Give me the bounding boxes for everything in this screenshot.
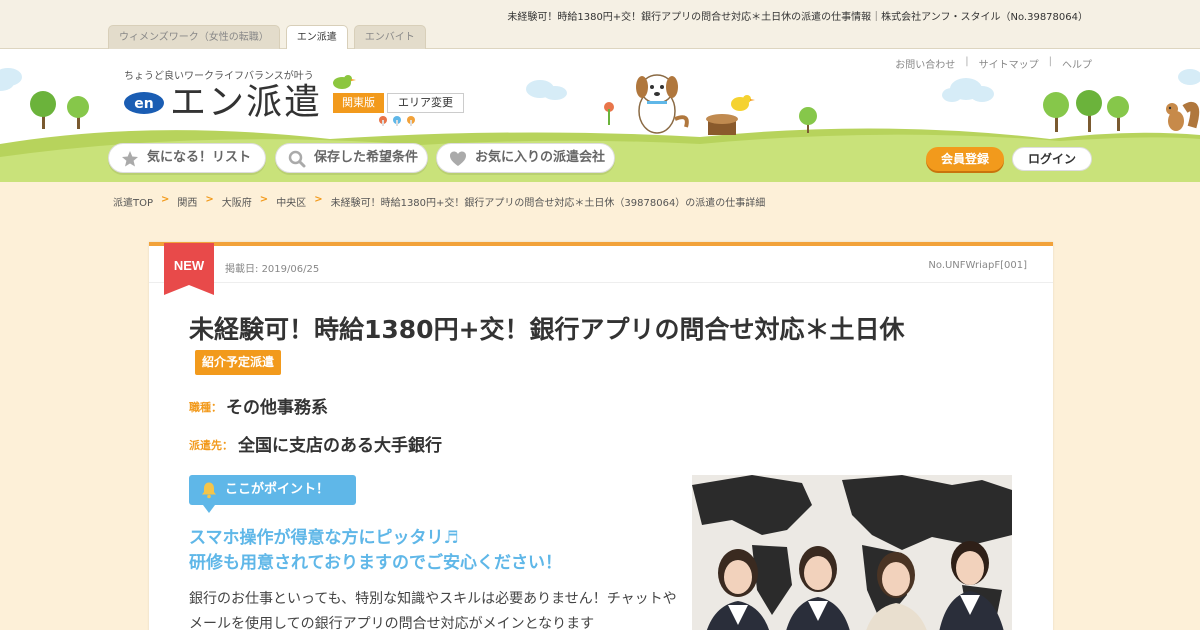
catch-copy: スマホ操作が得意な方にピッタリ♬ 研修も用意されておりますのでご安心ください！ xyxy=(189,526,562,576)
staff-photo-image xyxy=(692,475,1012,630)
logo-mark-text: en xyxy=(134,96,153,112)
breadcrumb-current: 未経験可！時給1380円+交！銀行アプリの問合せ対応＊土日休（39878064）… xyxy=(330,198,766,209)
post-date-label: 掲載日: xyxy=(225,264,259,275)
breadcrumb-arrow: > xyxy=(314,194,323,205)
job-title: 未経験可！時給1380円+交！銀行アプリの問合せ対応＊土日休 xyxy=(189,315,905,344)
site-header: お問い合わせ | サイトマップ | ヘルプ ちょうど良いワークライフバランスが叶… xyxy=(0,49,1200,182)
job-type-label: 職種： xyxy=(189,401,222,414)
page-title-text: 未経験可！時給1380円+交！銀行アプリの問合せ対応＊土日休の派遣の仕事情報｜株… xyxy=(507,12,1088,23)
utility-links: お問い合わせ | サイトマップ | ヘルプ xyxy=(895,56,1092,71)
breadcrumb-arrow: > xyxy=(161,194,170,205)
nav-saved-conditions-label: 保存した希望条件 xyxy=(314,150,419,165)
new-ribbon: NEW xyxy=(164,243,214,295)
breadcrumb-arrow: > xyxy=(205,194,214,205)
nav-saved-conditions-button[interactable]: 保存した希望条件 xyxy=(275,143,428,173)
breadcrumb-arrow: > xyxy=(259,194,269,205)
dispatch-label: 派遣先： xyxy=(189,439,233,452)
en-logo-icon[interactable]: en xyxy=(123,91,165,115)
nav-favorite-agency-label: お気に入りの派遣会社 xyxy=(475,150,606,165)
register-button[interactable]: 会員登録 xyxy=(926,147,1004,171)
staff-photo xyxy=(692,475,1012,630)
tab-en-baito[interactable]: エンバイト xyxy=(353,25,426,49)
tab-en-haken[interactable]: エン派遣 xyxy=(285,25,348,50)
site-tagline: ちょうど良いワークライフバランスが叶う xyxy=(124,71,314,82)
sitemap-link[interactable]: サイトマップ xyxy=(979,56,1039,71)
job-detail-card: NEW 掲載日: 2019/06/25 No.UNFWriapF[001] 未経… xyxy=(149,242,1053,630)
login-button[interactable]: ログイン xyxy=(1012,147,1092,171)
breadcrumb-item[interactable]: 大阪府 xyxy=(222,194,252,209)
post-date-value: 2019/06/25 xyxy=(261,264,320,275)
tab-womens-work[interactable]: ウィメンズワーク（女性の転職） xyxy=(108,25,280,49)
point-tag: ここがポイント！ xyxy=(189,475,356,513)
job-number: No.UNFWriapF[001] xyxy=(928,260,1027,271)
breadcrumb-item[interactable]: 派遣TOP xyxy=(113,194,153,209)
job-type-value: その他事務系 xyxy=(226,398,328,418)
heart-icon xyxy=(450,151,466,166)
area-change-button[interactable]: エリア変更 xyxy=(387,93,464,113)
search-icon xyxy=(288,150,306,168)
job-badge: 紹介予定派遣 xyxy=(195,350,282,375)
star-icon xyxy=(122,151,138,167)
dispatch-value: 全国に支店のある大手銀行 xyxy=(238,436,442,456)
separator: | xyxy=(965,56,969,67)
bell-icon xyxy=(202,482,216,499)
breadcrumb-item[interactable]: 中央区 xyxy=(276,194,306,209)
catch-line-1: スマホ操作が得意な方にピッタリ♬ xyxy=(189,528,459,548)
job-description: 銀行のお仕事といっても、特別な知識やスキルは必要ありません！チャットやメールを使… xyxy=(189,591,677,630)
site-logo[interactable]: エン派遣 xyxy=(170,81,322,125)
nav-favorite-agency-button[interactable]: お気に入りの派遣会社 xyxy=(436,143,615,173)
nav-favorite-list-label: 気になる！リスト xyxy=(147,150,252,165)
nav-favorite-list-button[interactable]: 気になる！リスト xyxy=(108,143,266,173)
top-bar: 未経験可！時給1380円+交！銀行アプリの問合せ対応＊土日休の派遣の仕事情報｜株… xyxy=(0,0,1200,50)
breadcrumb: 派遣TOP > 関西 > 大阪府 > 中央区 > 未経験可！時給1380円+交！… xyxy=(113,194,765,209)
separator: | xyxy=(1048,56,1052,67)
site-tabs: ウィメンズワーク（女性の転職） エン派遣 エンバイト xyxy=(108,25,426,50)
post-date: 掲載日: 2019/06/25 xyxy=(225,260,319,275)
point-label: ここがポイント！ xyxy=(225,482,330,497)
catch-line-2: 研修も用意されておりますのでご安心ください！ xyxy=(189,553,562,573)
new-label: NEW xyxy=(174,258,205,273)
breadcrumb-item[interactable]: 関西 xyxy=(177,194,197,209)
job-card-header: NEW 掲載日: 2019/06/25 No.UNFWriapF[001] xyxy=(149,243,1053,295)
area-badge: 関東版 xyxy=(333,93,384,113)
contact-link[interactable]: お問い合わせ xyxy=(895,56,955,71)
help-link[interactable]: ヘルプ xyxy=(1062,56,1092,71)
